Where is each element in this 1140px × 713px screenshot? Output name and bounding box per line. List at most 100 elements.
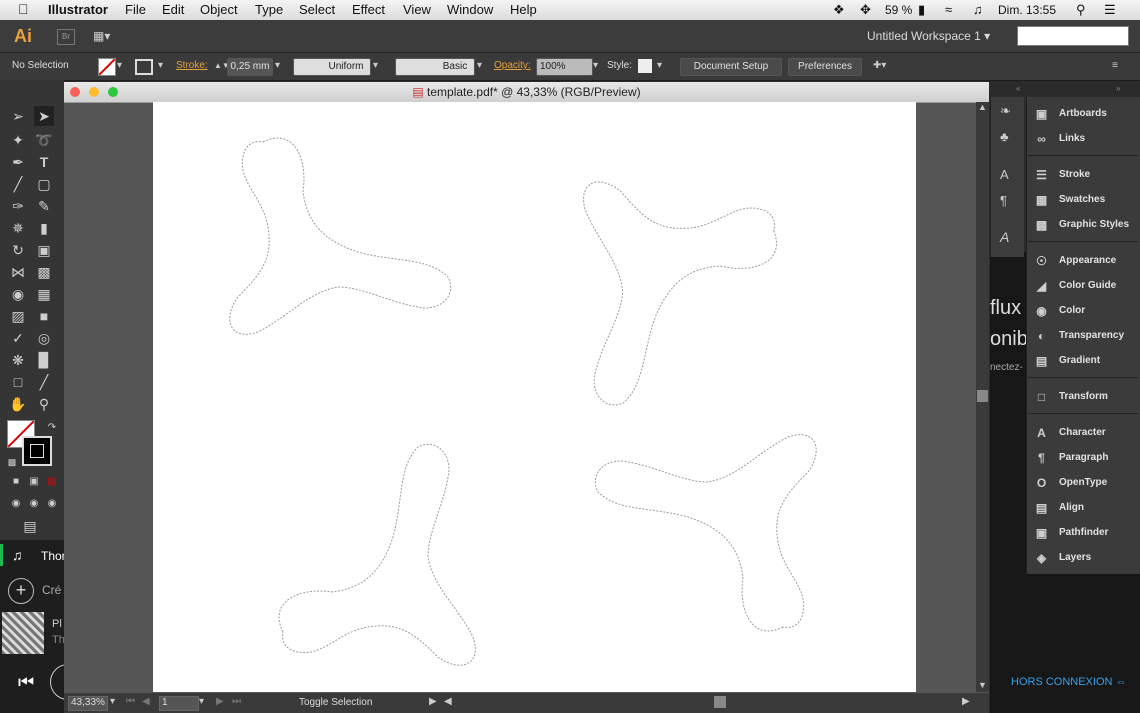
offline-status[interactable]: HORS CONNEXION ⇔ bbox=[1011, 676, 1127, 688]
hand-tool-icon[interactable]: ✋ bbox=[8, 394, 28, 414]
draw-normal-icon[interactable]: ◉ bbox=[6, 494, 26, 514]
first-artboard-icon[interactable]: ⏮ bbox=[126, 696, 135, 707]
opacity-dropdown-icon[interactable]: ▾ bbox=[593, 58, 598, 74]
character-styles-icon[interactable]: A bbox=[1000, 167, 1009, 182]
stroke-color-box[interactable] bbox=[22, 436, 52, 466]
panel-swatches[interactable]: ▦ Swatches bbox=[1028, 189, 1138, 211]
arrange-documents-icon[interactable]: ▦▾ bbox=[93, 29, 110, 43]
paragraph-styles-icon[interactable]: ¶ bbox=[1000, 193, 1007, 208]
menu-file[interactable]: File bbox=[125, 2, 146, 17]
scale-tool-icon[interactable]: ▣ bbox=[34, 240, 54, 260]
last-artboard-icon[interactable]: ⏭ bbox=[232, 696, 241, 707]
scroll-down-icon[interactable]: ▼ bbox=[978, 680, 987, 690]
free-transform-tool-icon[interactable]: ▩ bbox=[34, 262, 54, 282]
apple-menu-icon[interactable]:  bbox=[18, 1, 29, 17]
previous-track-icon[interactable]: ⏮ bbox=[18, 672, 34, 693]
panel-align[interactable]: ▤ Align bbox=[1028, 497, 1138, 519]
create-label[interactable]: Cré bbox=[42, 583, 61, 597]
status-text[interactable]: Toggle Selection bbox=[299, 697, 372, 708]
graphic-style-swatch[interactable] bbox=[638, 59, 652, 73]
lasso-tool-icon[interactable]: ➰ bbox=[34, 130, 54, 150]
stroke-label[interactable]: Stroke: bbox=[176, 58, 208, 74]
spotlight-search-icon[interactable]: ⚲ bbox=[1076, 2, 1086, 18]
notification-center-icon[interactable]: ☰ bbox=[1104, 2, 1116, 18]
opacity-input[interactable]: 100% bbox=[536, 58, 593, 76]
draw-behind-icon[interactable]: ◉ bbox=[24, 494, 44, 514]
perspective-grid-tool-icon[interactable]: ▦ bbox=[34, 284, 54, 304]
variable-width-profile[interactable]: Uniform bbox=[293, 58, 371, 76]
panel-links[interactable]: ∞ Links bbox=[1028, 128, 1138, 150]
eraser-tool-icon[interactable]: ▮ bbox=[34, 218, 54, 238]
stroke-swatch[interactable] bbox=[135, 59, 153, 75]
shaper-tool-icon[interactable]: ✵ bbox=[8, 218, 28, 238]
artwork[interactable] bbox=[153, 102, 916, 692]
selection-tool-icon[interactable]: ➢ bbox=[8, 106, 28, 126]
swap-colors-icon[interactable]: ↷ bbox=[42, 418, 62, 438]
battery-icon[interactable]: ▮ bbox=[918, 2, 925, 18]
brushes-panel-icon[interactable]: ❧ bbox=[1000, 103, 1011, 119]
opacity-label[interactable]: Opacity: bbox=[494, 58, 531, 74]
document-setup-button[interactable]: Document Setup bbox=[680, 58, 782, 76]
horizontal-scroll-thumb[interactable] bbox=[714, 696, 726, 708]
dropbox-icon[interactable]: ❖ bbox=[833, 2, 845, 18]
bridge-button[interactable]: Br bbox=[57, 29, 75, 45]
panel-graphic-styles[interactable]: ▩ Graphic Styles bbox=[1028, 214, 1138, 236]
style-dropdown-icon[interactable]: ▾ bbox=[657, 58, 662, 74]
magic-wand-tool-icon[interactable]: ✦ bbox=[8, 130, 28, 150]
status-menu-icon[interactable]: ▶ bbox=[429, 696, 437, 707]
search-stock-input[interactable] bbox=[1017, 26, 1129, 46]
music-item-1[interactable]: Thor bbox=[41, 549, 66, 563]
clock[interactable]: Dim. 13:55 bbox=[998, 3, 1056, 17]
menu-select[interactable]: Select bbox=[299, 2, 335, 17]
scroll-left-icon[interactable]: ◀ bbox=[444, 696, 452, 707]
boomerang-shape-3[interactable] bbox=[594, 434, 817, 632]
menu-edit[interactable]: Edit bbox=[162, 2, 184, 17]
menu-help[interactable]: Help bbox=[510, 2, 537, 17]
mesh-tool-icon[interactable]: ▨ bbox=[8, 306, 28, 326]
zoom-level-field[interactable]: 43,33% bbox=[68, 696, 108, 711]
control-panel-menu-icon[interactable]: ≡ bbox=[1112, 58, 1118, 74]
screen-mode-icon[interactable]: ▤ bbox=[20, 516, 40, 536]
panel-appearance[interactable]: ☉ Appearance bbox=[1028, 250, 1138, 272]
width-tool-icon[interactable]: ⋈ bbox=[8, 262, 28, 282]
draw-inside-icon[interactable]: ◉ bbox=[42, 494, 62, 514]
boomerang-shape-2[interactable] bbox=[565, 180, 782, 419]
line-tool-icon[interactable]: ╱ bbox=[8, 174, 28, 194]
gradient-tool-icon[interactable]: ■ bbox=[34, 306, 54, 326]
next-artboard-icon[interactable]: ▶ bbox=[216, 696, 224, 707]
collapse-panels-icon[interactable]: « bbox=[1016, 84, 1020, 93]
pen-tool-icon[interactable]: ✒ bbox=[8, 152, 28, 172]
default-colors-icon[interactable]: ▩ bbox=[2, 452, 22, 472]
column-graph-tool-icon[interactable]: ▉ bbox=[34, 350, 54, 370]
sync-icon[interactable]: ✥ bbox=[860, 2, 871, 18]
wifi-icon[interactable]: ≈ bbox=[945, 2, 952, 17]
blend-tool-icon[interactable]: ◎ bbox=[34, 328, 54, 348]
menu-effect[interactable]: Effect bbox=[352, 2, 385, 17]
paintbrush-tool-icon[interactable]: ✑ bbox=[8, 196, 28, 216]
artboard-tool-icon[interactable]: □ bbox=[8, 372, 28, 392]
pencil-tool-icon[interactable]: ✎ bbox=[34, 196, 54, 216]
symbol-sprayer-tool-icon[interactable]: ❋ bbox=[8, 350, 28, 370]
panel-color-guide[interactable]: ◢ Color Guide bbox=[1028, 275, 1138, 297]
workspace-switcher[interactable]: Untitled Workspace 1 ▾ bbox=[867, 29, 990, 43]
panel-transform[interactable]: □ Transform bbox=[1028, 386, 1138, 408]
profile-dropdown-icon[interactable]: ▾ bbox=[373, 58, 378, 74]
type-tool-icon[interactable]: T bbox=[34, 152, 54, 172]
panel-opentype[interactable]: O OpenType bbox=[1028, 472, 1138, 494]
vertical-scrollbar[interactable]: ▲ ▼ bbox=[976, 102, 989, 692]
slice-tool-icon[interactable]: ╱ bbox=[34, 372, 54, 392]
fill-swatch[interactable] bbox=[98, 58, 116, 76]
brush-dropdown-icon[interactable]: ▾ bbox=[477, 58, 482, 74]
zoom-dropdown-icon[interactable]: ▾ bbox=[110, 696, 115, 707]
add-playlist-icon[interactable]: + bbox=[8, 578, 34, 604]
shape-builder-tool-icon[interactable]: ◉ bbox=[8, 284, 28, 304]
artboard-number-field[interactable]: 1 bbox=[159, 696, 199, 711]
panel-character[interactable]: A Character bbox=[1028, 422, 1138, 444]
panel-transparency[interactable]: ◐ Transparency bbox=[1028, 325, 1138, 347]
panel-gradient[interactable]: ▤ Gradient bbox=[1028, 350, 1138, 372]
volume-icon[interactable]: ♫ bbox=[973, 2, 983, 17]
zoom-tool-icon[interactable]: ⚲ bbox=[34, 394, 54, 414]
stroke-weight-dropdown-icon[interactable]: ▾ bbox=[275, 58, 280, 74]
direct-selection-tool-icon[interactable]: ➤ bbox=[34, 106, 54, 126]
artboard-dropdown-icon[interactable]: ▾ bbox=[199, 696, 204, 707]
